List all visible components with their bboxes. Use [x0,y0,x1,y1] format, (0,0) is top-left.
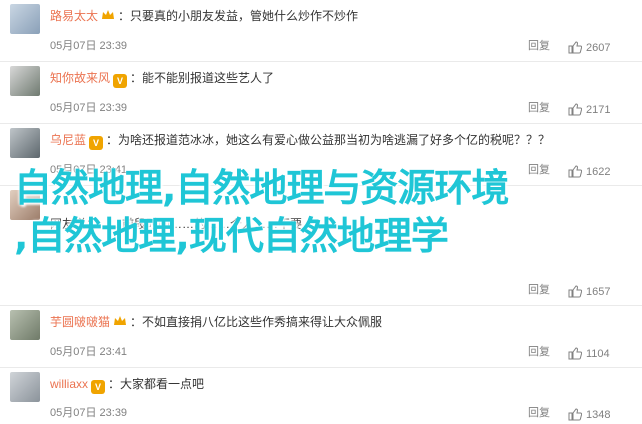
like-count: 1657 [586,285,611,298]
like-count: 1622 [586,165,611,178]
reply-button[interactable]: 回复 [528,404,550,420]
username[interactable]: 芋圆啵啵猫 [50,315,110,329]
username[interactable]: 知你故来风 [50,71,110,85]
timestamp: 05月07日 23:39 [50,102,128,114]
like-button[interactable]: 1348 [568,408,610,421]
reply-button[interactable]: 回复 [528,99,550,115]
avatar[interactable] [10,310,40,340]
comment-item: 芋圆啵啵猫 ：不如直接捐八亿比这些作秀搞来得让大众佩服 05月07日 23:41 … [0,306,642,368]
like-button[interactable]: 1104 [568,347,610,360]
avatar[interactable] [10,66,40,96]
vip-badge-icon: V [113,74,128,88]
timestamp: 05月07日 23:41 [50,346,128,358]
avatar[interactable] [10,190,40,220]
thumbs-up-icon [568,165,582,178]
like-button[interactable]: 1657 [568,285,610,298]
like-button[interactable]: 1622 [568,165,610,178]
comment-body: 芋圆啵啵猫 ：不如直接捐八亿比这些作秀搞来得让大众佩服 [50,315,383,329]
avatar[interactable] [10,128,40,158]
crown-icon [114,316,127,325]
comment-body: 路易太太 ：只要真的小朋友发益，管她什么炒作不炒作 [50,9,359,23]
comment-text: 只要真的小朋友发益，管她什么炒作不炒作 [130,9,359,23]
username[interactable]: 乌尼蓝 [50,133,86,147]
reply-button[interactable]: 回复 [528,343,550,359]
avatar[interactable] [10,372,40,402]
thumbs-up-icon [568,285,582,298]
crown-icon [102,10,115,19]
comment-body: williaxx V ：大家都看一点吧 [50,377,205,394]
like-button[interactable]: 2607 [568,41,610,54]
vip-badge-icon: V [91,380,106,394]
comment-body: 知你故来风 V ：能不能别报道这些艺人了 [50,71,275,88]
timestamp: 05月07日 23:41 [50,164,128,176]
like-count: 2607 [586,41,611,54]
like-count: 1348 [586,408,611,421]
thumbs-up-icon [568,41,582,54]
like-button[interactable]: 2171 [568,103,610,116]
comment-body: 乌尼蓝 V ：为啥还报道范冰冰，她这么有爱心做公益那当初为啥逃漏了好多个亿的税呢？？… [50,133,551,150]
username[interactable]: 路易太太 [50,9,98,23]
thumbs-up-icon [568,408,582,421]
comment-item: 路易太太 ：只要真的小朋友发益，管她什么炒作不炒作 05月07日 23:39 回复… [0,0,642,62]
comment-item: 乌尼蓝 V ：为啥还报道范冰冰，她这么有爱心做公益那当初为啥逃漏了好多个亿的税呢？？… [0,124,642,186]
reply-button[interactable]: 回复 [528,161,550,177]
reply-button[interactable]: 回复 [528,37,550,53]
comment-text: 大家都看一点吧 [120,377,205,391]
comment-item: williaxx V ：大家都看一点吧 05月07日 23:39 回复 1348 [0,368,642,424]
comment-text: 网友说：……前段时间……的……个人……不要 [50,217,303,231]
timestamp: 05月07日 23:39 [50,407,128,419]
comment-item: 知你故来风 V ：能不能别报道这些艺人了 05月07日 23:39 回复 2171 [0,62,642,124]
reply-button[interactable]: 回复 [528,281,550,297]
comment-text: 能不能别报道这些艺人了 [142,71,275,85]
comment-item: 网友说：……前段时间……的……个人……不要 回复 1657 [0,186,642,306]
thumbs-up-icon [568,347,582,360]
like-count: 2171 [586,103,611,116]
thumbs-up-icon [568,103,582,116]
avatar[interactable] [10,4,40,34]
comment-body: 网友说：……前段时间……的……个人……不要 [50,216,632,232]
username[interactable]: williaxx [50,377,88,391]
like-count: 1104 [586,347,610,360]
vip-badge-icon: V [89,136,104,150]
comment-text: 不如直接捐八亿比这些作秀搞来得让大众佩服 [142,315,383,329]
timestamp: 05月07日 23:39 [50,40,128,52]
comment-text: 为啥还报道范冰冰，她这么有爱心做公益那当初为啥逃漏了好多个亿的税呢？？？ [118,133,551,147]
